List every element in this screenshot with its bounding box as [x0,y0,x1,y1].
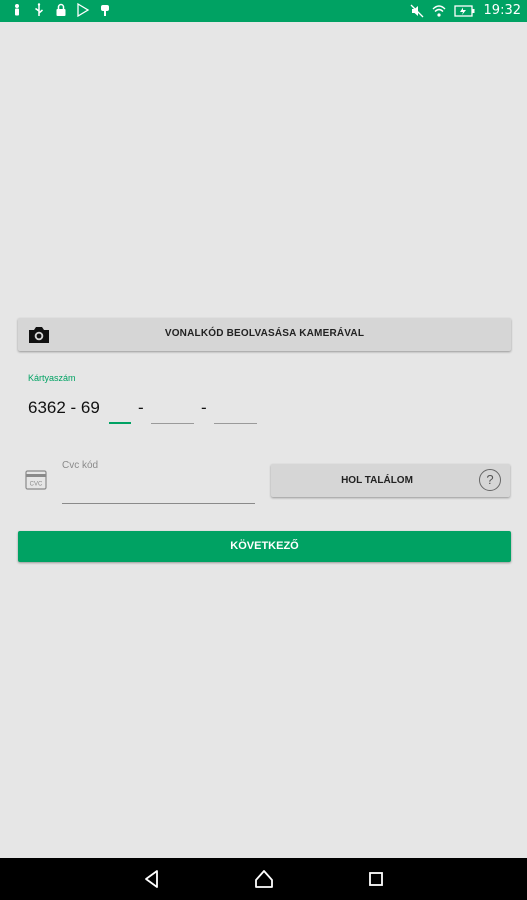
status-time: 19:32 [483,3,521,18]
cvc-label: Cvc kód [62,460,99,471]
card-number-label: Kártyaszám [28,373,76,383]
card-number-separator: - [138,398,144,417]
recents-icon[interactable] [365,868,387,890]
status-left-icons [10,3,112,17]
next-button-label: KÖVETKEZŐ [230,540,299,552]
status-bar: 19:32 [0,0,527,22]
next-button[interactable]: KÖVETKEZŐ [18,531,511,562]
card-number-segment-2[interactable] [151,398,194,424]
help-icon: ? [479,469,501,491]
usb-icon [35,3,43,16]
scan-barcode-label: VONALKÓD BEOLVASÁSA KAMERÁVAL [164,328,365,339]
cvc-input[interactable] [62,480,255,504]
battery-icon [453,5,475,17]
where-to-find-label: HOL TALÁLOM [341,475,413,486]
card-number-segment-1[interactable] [109,398,131,424]
scan-barcode-button[interactable]: VONALKÓD BEOLVASÁSA KAMERÁVAL [18,318,511,351]
lock-icon [56,3,66,16]
home-icon[interactable] [253,868,275,890]
wifi-icon [432,5,446,17]
android-debug-icon [101,5,109,16]
back-icon[interactable] [141,868,163,890]
card-number-segment-3[interactable] [214,398,257,424]
card-number-prefix: 6362 - 69 [28,398,100,417]
cvc-icon-text: CVC [30,482,43,488]
cvc-card-icon: CVC [25,470,47,490]
play-store-icon [77,3,90,17]
where-to-find-button[interactable]: HOL TALÁLOM ? [271,464,510,497]
card-number-separator: - [201,398,207,417]
mute-icon [410,4,423,18]
navigation-bar [0,858,527,900]
status-right-icons: 19:32 [410,3,521,19]
person-icon [15,4,19,16]
